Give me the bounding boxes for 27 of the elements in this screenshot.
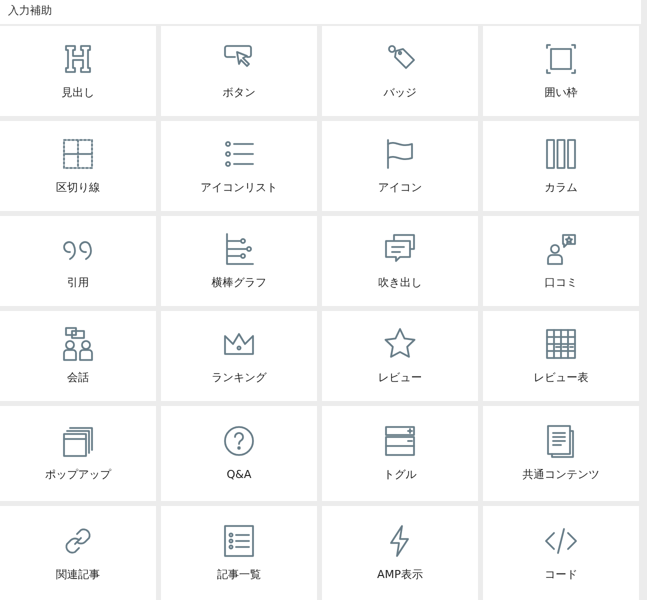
block-tile[interactable]: カラム xyxy=(483,121,639,211)
block-tile[interactable]: コード xyxy=(483,506,639,600)
block-tile[interactable]: 囲い枠 xyxy=(483,26,639,116)
block-tile[interactable]: ランキング xyxy=(161,311,317,401)
block-tile[interactable]: 共通コンテンツ xyxy=(483,406,639,501)
checklist-icon xyxy=(221,523,257,560)
block-tile[interactable]: AMP表示 xyxy=(322,506,478,600)
block-tile[interactable]: アイコン xyxy=(322,121,478,211)
block-tile[interactable]: 横棒グラフ xyxy=(161,216,317,306)
block-tile[interactable]: バッジ xyxy=(322,26,478,116)
block-tile[interactable]: レビュー xyxy=(322,311,478,401)
block-tile[interactable]: 会話 xyxy=(0,311,156,401)
block-tile[interactable]: 記事一覧 xyxy=(161,506,317,600)
block-tile[interactable]: 吹き出し xyxy=(322,216,478,306)
block-tile[interactable]: Q&A xyxy=(161,406,317,501)
conversation-icon xyxy=(60,326,96,362)
block-tile[interactable]: トグル xyxy=(322,406,478,501)
panel-title: 入力補助 xyxy=(0,0,641,24)
block-tile[interactable]: 区切り線 xyxy=(0,121,156,211)
block-tile[interactable]: アイコンリスト xyxy=(161,121,317,211)
block-tile[interactable]: 関連記事 xyxy=(0,506,156,600)
block-tile[interactable]: 見出し xyxy=(0,26,156,116)
block-tile[interactable]: 引用 xyxy=(0,216,156,306)
block-tile[interactable]: 口コミ xyxy=(483,216,639,306)
block-tile[interactable]: ボタン xyxy=(161,26,317,116)
block-tile[interactable]: レビュー表 xyxy=(483,311,639,401)
block-tile[interactable]: ポップアップ xyxy=(0,406,156,501)
